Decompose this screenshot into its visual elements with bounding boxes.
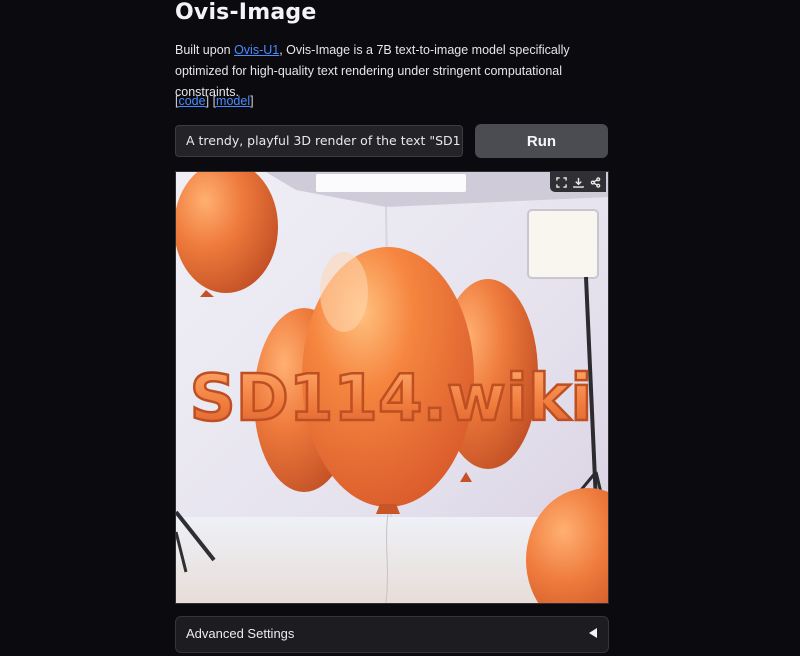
download-icon[interactable]	[570, 174, 586, 190]
run-button[interactable]: Run	[475, 124, 608, 158]
app-page: Ovis-Image Built upon Ovis-U1, Ovis-Imag…	[0, 0, 800, 656]
collapse-arrow-icon	[589, 628, 597, 638]
fullscreen-icon[interactable]	[553, 174, 569, 190]
share-icon[interactable]	[587, 174, 603, 190]
model-link[interactable]: model	[216, 94, 250, 108]
main-content: Ovis-Image Built upon Ovis-U1, Ovis-Imag…	[175, 0, 609, 656]
ovis-u1-link[interactable]: Ovis-U1	[234, 43, 279, 57]
resource-links: [code] [model]	[175, 92, 254, 110]
bracket-close-code: ]	[205, 94, 210, 108]
code-link[interactable]: code	[178, 94, 205, 108]
prompt-input[interactable]: A trendy, playful 3D render of the text …	[175, 125, 463, 157]
generated-image-panel: SD114.wiki	[175, 171, 609, 604]
advanced-settings-accordion[interactable]: Advanced Settings	[175, 616, 609, 653]
generated-image: SD114.wiki	[176, 172, 608, 603]
description-prefix: Built upon	[175, 43, 235, 57]
page-title: Ovis-Image	[175, 0, 317, 25]
advanced-settings-label: Advanced Settings	[186, 626, 295, 641]
balloon-text: SD114.wiki	[190, 362, 593, 436]
image-toolbar	[550, 172, 606, 192]
bracket-close-model: ]	[250, 94, 254, 108]
